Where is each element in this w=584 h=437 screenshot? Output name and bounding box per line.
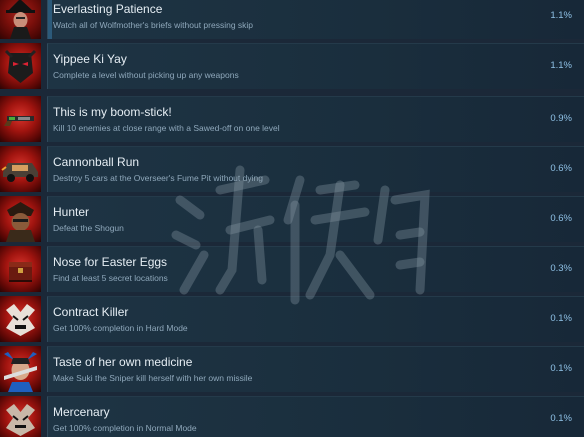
achievement-percent: 0.3% [550,263,572,274]
achievement-row[interactable]: Hunter Defeat the Shogun 0.6% [0,196,584,242]
achievement-card: Contract Killer Get 100% completion in H… [47,296,584,342]
achievement-description: Kill 10 enemies at close range with a Sa… [53,123,280,133]
achievement-row[interactable]: Cannonball Run Destroy 5 cars at the Ove… [0,146,584,192]
achievement-description: Complete a level without picking up any … [53,70,239,80]
shotgun-icon [0,96,41,142]
achievement-row[interactable]: Contract Killer Get 100% completion in H… [0,296,584,342]
achievement-title: Hunter [53,205,90,219]
masked-face-icon [0,43,41,89]
achievement-percent: 0.9% [550,113,572,124]
mercenary-icon [0,396,41,437]
achievement-description: Make Suki the Sniper kill herself with h… [53,373,253,383]
achievement-percent: 0.1% [550,363,572,374]
achievement-percent: 0.6% [550,163,572,174]
achievement-row[interactable]: Mercenary Get 100% completion in Normal … [0,396,584,437]
achievement-card: Nose for Easter Eggs Find at least 5 sec… [47,246,584,292]
achievement-card: Taste of her own medicine Make Suki the … [47,346,584,392]
achievement-percent: 0.6% [550,213,572,224]
achievement-card: Yippee Ki Yay Complete a level without p… [47,43,584,89]
achievement-title: Mercenary [53,405,110,419]
achievement-description: Get 100% completion in Normal Mode [53,423,197,433]
suki-icon [0,346,41,392]
shogun-icon [0,196,41,242]
wolfmother-icon [0,0,41,39]
achievement-card: Cannonball Run Destroy 5 cars at the Ove… [47,146,584,192]
achievement-percent: 1.1% [550,60,572,71]
achievement-description: Destroy 5 cars at the Overseer's Fume Pi… [53,173,263,183]
achievement-card: Everlasting Patience Watch all of Wolfmo… [47,0,584,39]
achievement-title: Everlasting Patience [53,2,163,16]
achievement-percent: 1.1% [550,10,572,21]
achievement-card: Hunter Defeat the Shogun 0.6% [47,196,584,242]
achievement-description: Defeat the Shogun [53,223,124,233]
achievement-title: Contract Killer [53,305,129,319]
achievement-description: Find at least 5 secret locations [53,273,168,283]
achievement-title: Nose for Easter Eggs [53,255,168,269]
treasure-chest-icon [0,246,41,292]
achievement-row[interactable]: Nose for Easter Eggs Find at least 5 sec… [0,246,584,292]
achievement-card: Mercenary Get 100% completion in Normal … [47,396,584,437]
achievement-title: Cannonball Run [53,155,140,169]
achievement-row[interactable]: This is my boom-stick! Kill 10 enemies a… [0,96,584,142]
achievement-title: Yippee Ki Yay [53,52,127,66]
achievement-title: This is my boom-stick! [53,105,172,119]
achievement-row[interactable]: Taste of her own medicine Make Suki the … [0,346,584,392]
car-icon [0,146,41,192]
achievement-row[interactable]: Everlasting Patience Watch all of Wolfmo… [0,0,584,39]
achievement-card: This is my boom-stick! Kill 10 enemies a… [47,96,584,142]
contract-killer-icon [0,296,41,342]
achievement-description: Get 100% completion in Hard Mode [53,323,188,333]
achievement-row[interactable]: Yippee Ki Yay Complete a level without p… [0,43,584,89]
progress-indicator [48,0,52,39]
achievement-description: Watch all of Wolfmother's briefs without… [53,20,254,30]
achievement-percent: 0.1% [550,313,572,324]
achievement-list: Everlasting Patience Watch all of Wolfmo… [0,0,584,437]
achievement-title: Taste of her own medicine [53,355,193,369]
achievement-percent: 0.1% [550,413,572,424]
